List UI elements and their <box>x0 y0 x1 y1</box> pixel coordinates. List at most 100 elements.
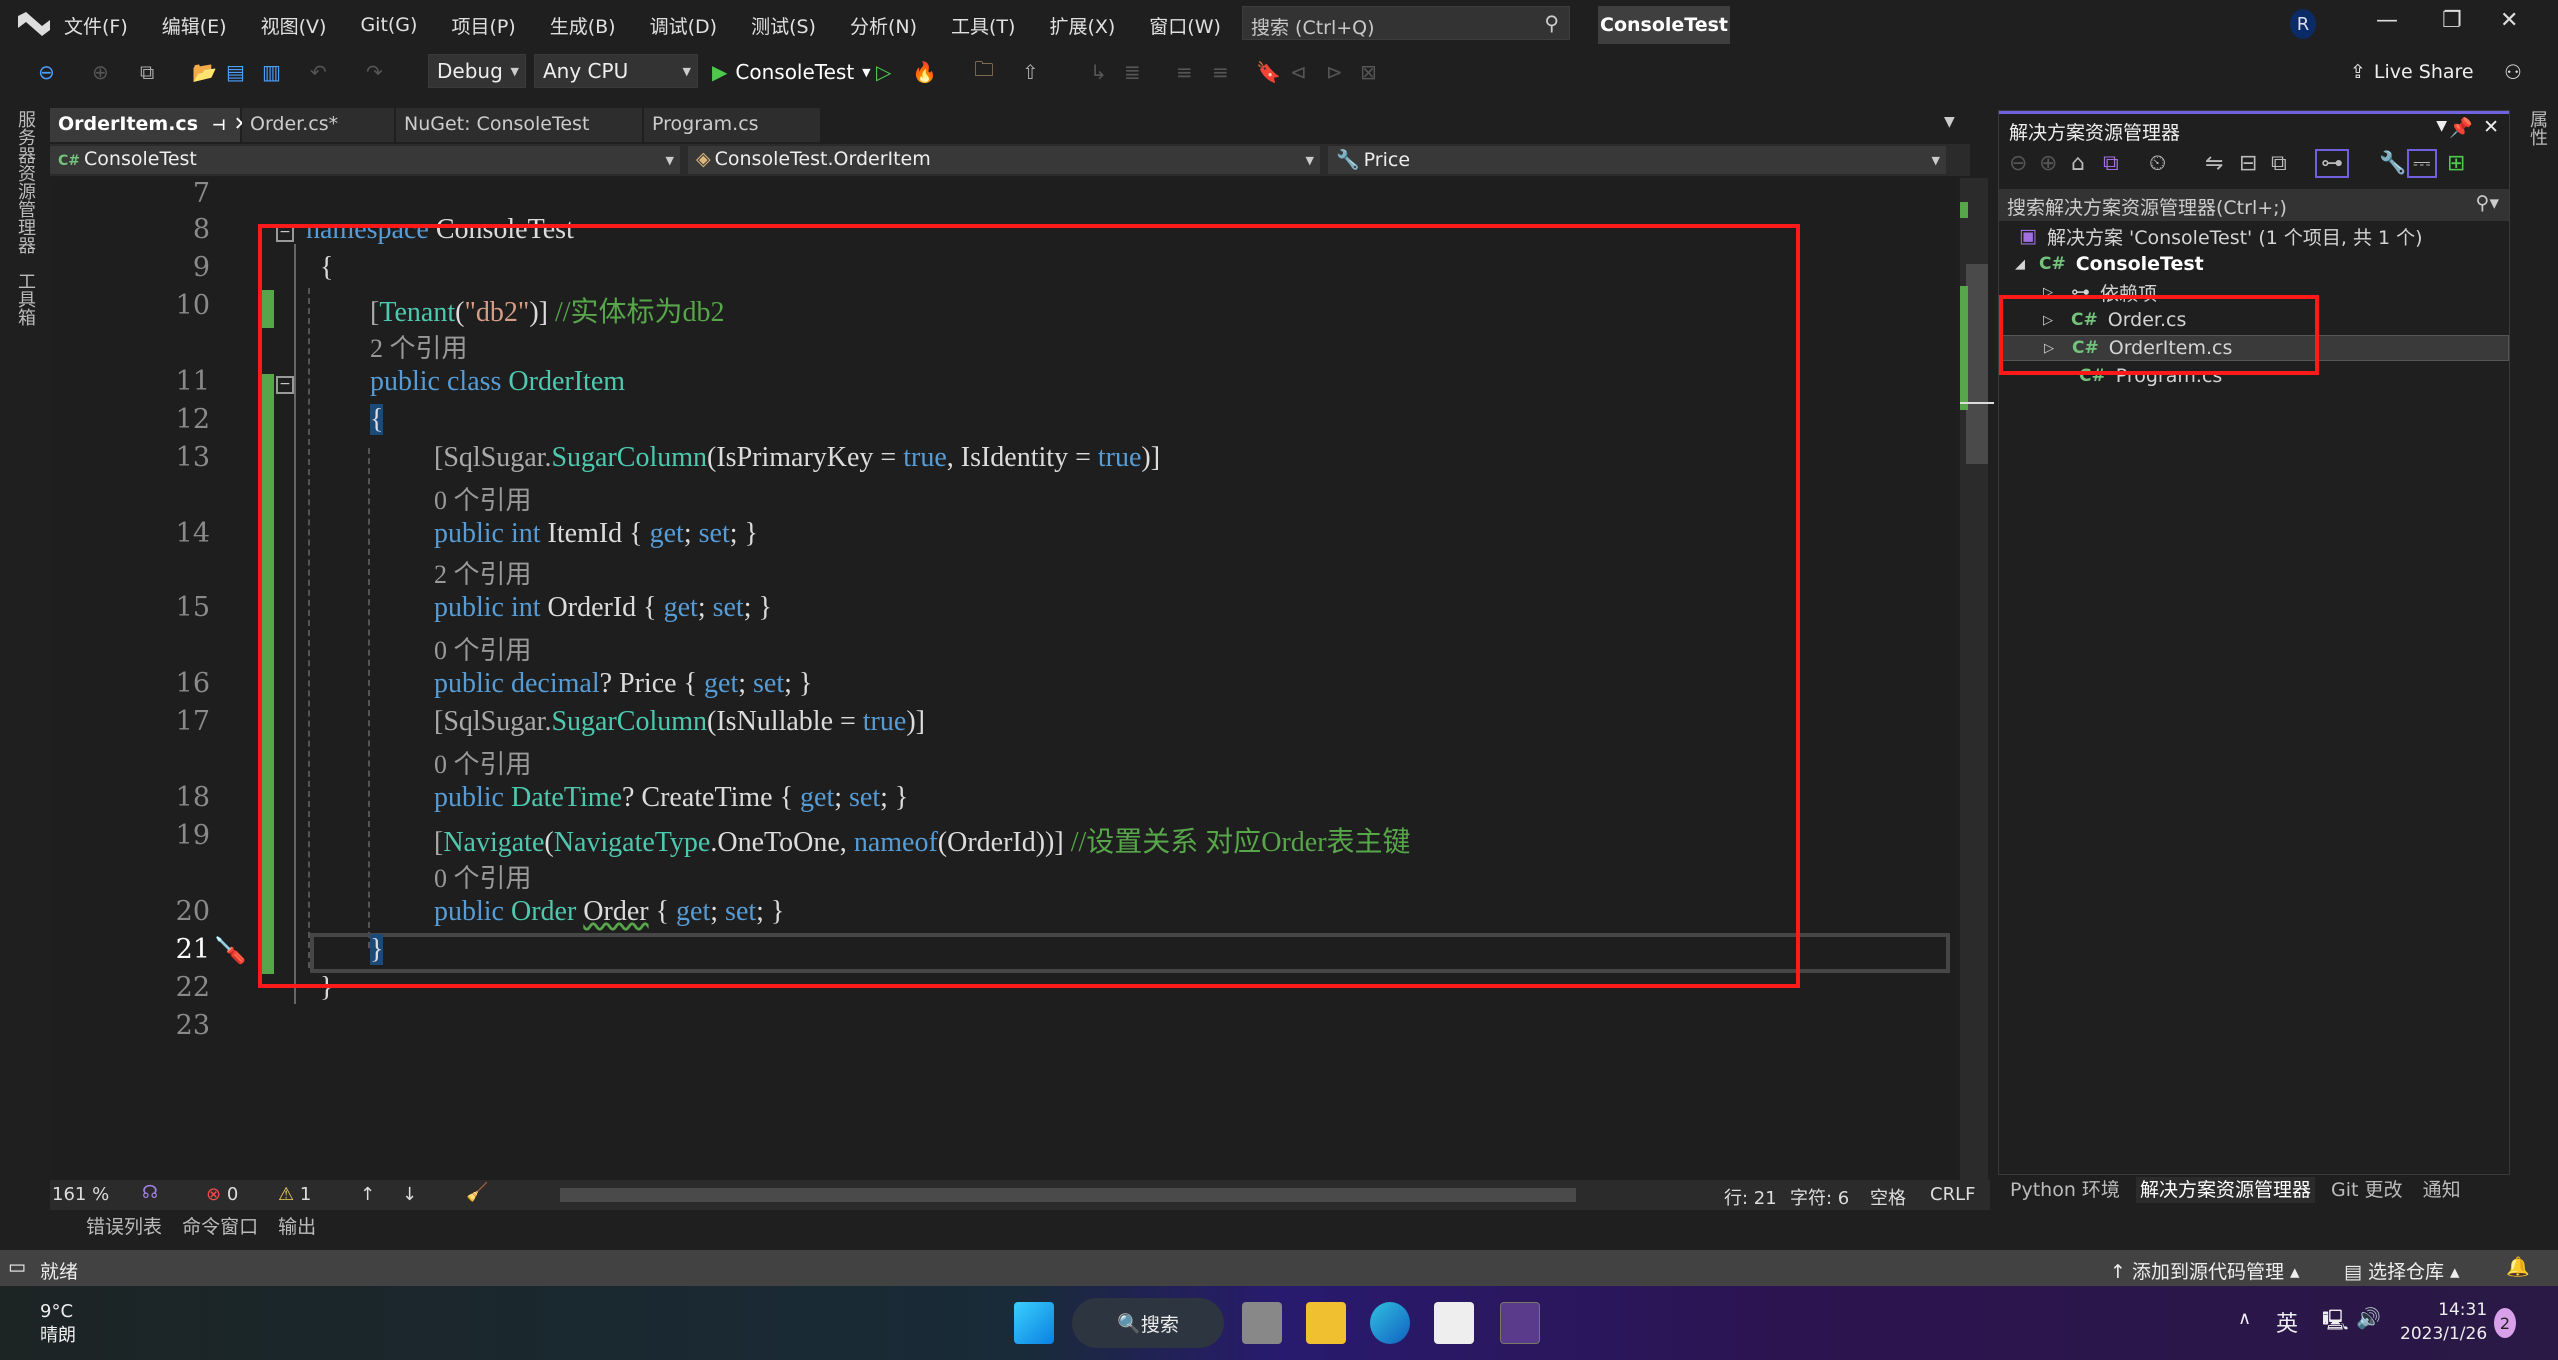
step-icon[interactable]: ↳ <box>1090 50 1107 94</box>
tab-notifications[interactable]: 通知 <box>2423 1179 2461 1201</box>
restore-icon[interactable]: ❐ <box>2442 8 2462 33</box>
menu-analyze[interactable]: 分析(N) <box>850 12 917 39</box>
task-view-icon[interactable] <box>1242 1302 1282 1344</box>
pin-icon[interactable]: ⊣ <box>212 116 226 134</box>
taskbar-search-button[interactable]: 🔍 搜索 <box>1072 1298 1224 1348</box>
class-diagram-icon[interactable]: ⊞ <box>2447 151 2465 176</box>
zoom-level-select[interactable]: 161 % <box>52 1184 109 1205</box>
forward-icon[interactable]: ⊕ <box>92 50 109 94</box>
menu-view[interactable]: 视图(V) <box>261 12 327 39</box>
edge-browser-icon[interactable] <box>1370 1302 1410 1344</box>
clear-bookmarks-icon[interactable]: ⊠ <box>1360 50 1377 94</box>
redo-icon[interactable]: ↷ <box>366 50 383 94</box>
tab-nuget[interactable]: NuGet: ConsoleTest <box>396 108 642 142</box>
save-icon[interactable]: ▤ <box>226 50 245 94</box>
solution-search-input[interactable]: 搜索解决方案资源管理器(Ctrl+;) ⚲▾ <box>1999 189 2509 221</box>
whitespace-indicator[interactable]: 空格 <box>1870 1184 1906 1210</box>
notifications-bell-icon[interactable]: 🔔 <box>2506 1255 2530 1278</box>
search-input[interactable]: 搜索 (Ctrl+Q) ⚲ <box>1242 6 1570 40</box>
properties-tab[interactable]: 属性 <box>2524 110 2550 146</box>
select-repository-button[interactable]: ▤ 选择仓库 ▴ <box>2344 1257 2460 1284</box>
next-issue-icon[interactable]: ↓ <box>402 1184 417 1205</box>
tab-program[interactable]: Program.cs <box>644 108 820 142</box>
tab-python-env[interactable]: Python 环境 <box>2010 1179 2120 1201</box>
menu-debug[interactable]: 调试(D) <box>650 12 717 39</box>
store-icon[interactable] <box>1434 1302 1474 1344</box>
comment-icon[interactable]: ≡ <box>1176 50 1193 94</box>
editor-vertical-scrollbar[interactable] <box>1960 178 1994 1180</box>
publish-icon[interactable]: ⇧ <box>1022 50 1039 94</box>
tree-solution[interactable]: ▣ 解决方案 'ConsoleTest' (1 个项目, 共 1 个) <box>2019 223 2423 249</box>
tab-git-changes[interactable]: Git 更改 <box>2331 1179 2403 1201</box>
input-method-indicator[interactable]: 英 <box>2276 1306 2298 1338</box>
configuration-select[interactable]: Debug ▼ <box>428 54 526 88</box>
error-count[interactable]: ⊗ 0 <box>206 1184 238 1205</box>
member-nav-select[interactable]: 🔧 Price ▼ <box>1328 146 1946 174</box>
show-hidden-icons[interactable]: ∧ <box>2238 1308 2251 1329</box>
menu-window[interactable]: 窗口(W) <box>1149 12 1221 39</box>
file-explorer-icon[interactable] <box>1306 1302 1346 1344</box>
tab-solution-explorer[interactable]: 解决方案资源管理器 <box>2135 1177 2315 1203</box>
tab-overflow-icon[interactable]: ▼ <box>1944 114 1955 130</box>
save-all-icon[interactable]: ▥ <box>262 50 281 94</box>
uncomment-icon[interactable]: ≡ <box>1212 50 1229 94</box>
prev-bookmark-icon[interactable]: ⊲ <box>1290 50 1307 94</box>
project-name-badge[interactable]: ConsoleTest <box>1598 6 1730 44</box>
menu-extensions[interactable]: 扩展(X) <box>1049 12 1115 39</box>
tree-project[interactable]: ◢ C# ConsoleTest <box>2015 251 2204 277</box>
code-cleanup-icon[interactable]: 🧹 <box>466 1182 488 1203</box>
project-nav-select[interactable]: C# ConsoleTest ▼ <box>50 146 680 174</box>
menu-edit[interactable]: 编辑(E) <box>162 12 227 39</box>
switch-views-icon[interactable]: ⧉ <box>2103 151 2119 176</box>
new-project-icon[interactable]: ⧉ <box>140 50 154 94</box>
back-icon[interactable]: ⊖ <box>2009 151 2027 176</box>
properties-icon[interactable]: 🔧 <box>2379 151 2406 176</box>
undo-icon[interactable]: ↶ <box>310 50 327 94</box>
platform-select[interactable]: Any CPU ▼ <box>534 54 698 88</box>
menu-project[interactable]: 项目(P) <box>451 12 515 39</box>
forward-icon[interactable]: ⊕ <box>2039 151 2057 176</box>
visual-studio-taskbar-icon[interactable] <box>1500 1302 1540 1344</box>
show-all-files-icon[interactable]: ⧉ <box>2271 151 2287 176</box>
type-nav-select[interactable]: ◈ ConsoleTest.OrderItem ▼ <box>688 146 1320 174</box>
pending-changes-filter-icon[interactable]: ⏲ <box>2149 151 2166 176</box>
bookmark-icon[interactable]: 🔖 <box>1256 50 1281 94</box>
start-without-debug-icon[interactable]: ▷ <box>876 50 891 94</box>
collapse-all-icon[interactable]: ⊟ <box>2239 151 2257 176</box>
clock[interactable]: 14:31 2023/1/26 <box>2400 1298 2487 1346</box>
menu-file[interactable]: 文件(F) <box>64 12 128 39</box>
server-explorer-tab[interactable]: 服务器资源管理器 <box>12 110 38 254</box>
avatar[interactable]: R <box>2290 9 2316 39</box>
find-in-files-icon[interactable]: 🗀 <box>974 50 994 94</box>
volume-icon[interactable]: 🔊 <box>2356 1306 2381 1330</box>
format-icon[interactable]: ≣ <box>1124 50 1141 94</box>
toolbox-tab[interactable]: 工具箱 <box>12 272 38 326</box>
feedback-icon[interactable]: ⚇ <box>2504 50 2522 94</box>
live-share-button[interactable]: ⇪ Live Share <box>2350 50 2474 94</box>
close-icon[interactable]: ✕ <box>2483 116 2499 138</box>
intellicode-icon[interactable]: ☊ <box>142 1182 158 1203</box>
windows-start-icon[interactable] <box>1014 1302 1054 1344</box>
tab-output[interactable]: 输出 <box>278 1216 316 1238</box>
previous-issue-icon[interactable]: ↑ <box>360 1184 375 1205</box>
char-indicator[interactable]: 字符: 6 <box>1790 1184 1849 1210</box>
pin-icon[interactable]: 📌 <box>2449 116 2473 139</box>
home-icon[interactable]: ⌂ <box>2071 151 2085 176</box>
add-to-source-control-button[interactable]: ↑ 添加到源代码管理 ▴ <box>2110 1257 2300 1284</box>
start-debug-button[interactable]: ▶ ConsoleTest ▼ <box>712 50 871 94</box>
tab-orderitem[interactable]: OrderItem.cs⊣✕ <box>50 108 250 142</box>
minimize-icon[interactable]: — <box>2376 8 2398 33</box>
menu-tools[interactable]: 工具(T) <box>951 12 1015 39</box>
back-icon[interactable]: ⊖ <box>38 50 55 94</box>
horizontal-scrollbar[interactable] <box>560 1188 1576 1202</box>
weather-widget[interactable]: 9°C 晴朗 <box>40 1300 76 1348</box>
preview-selected-icon[interactable]: ⎓ <box>2407 149 2437 178</box>
preview-icon[interactable]: ⊶ <box>2315 149 2349 178</box>
line-ending-indicator[interactable]: CRLF <box>1930 1184 1975 1205</box>
tab-order[interactable]: Order.cs* <box>242 108 394 142</box>
scrollbar-thumb[interactable] <box>1966 264 1988 464</box>
menu-git[interactable]: Git(G) <box>360 14 417 36</box>
notification-badge[interactable]: 2 <box>2494 1308 2516 1338</box>
tab-error-list[interactable]: 错误列表 <box>86 1216 162 1238</box>
menu-test[interactable]: 测试(S) <box>751 12 816 39</box>
